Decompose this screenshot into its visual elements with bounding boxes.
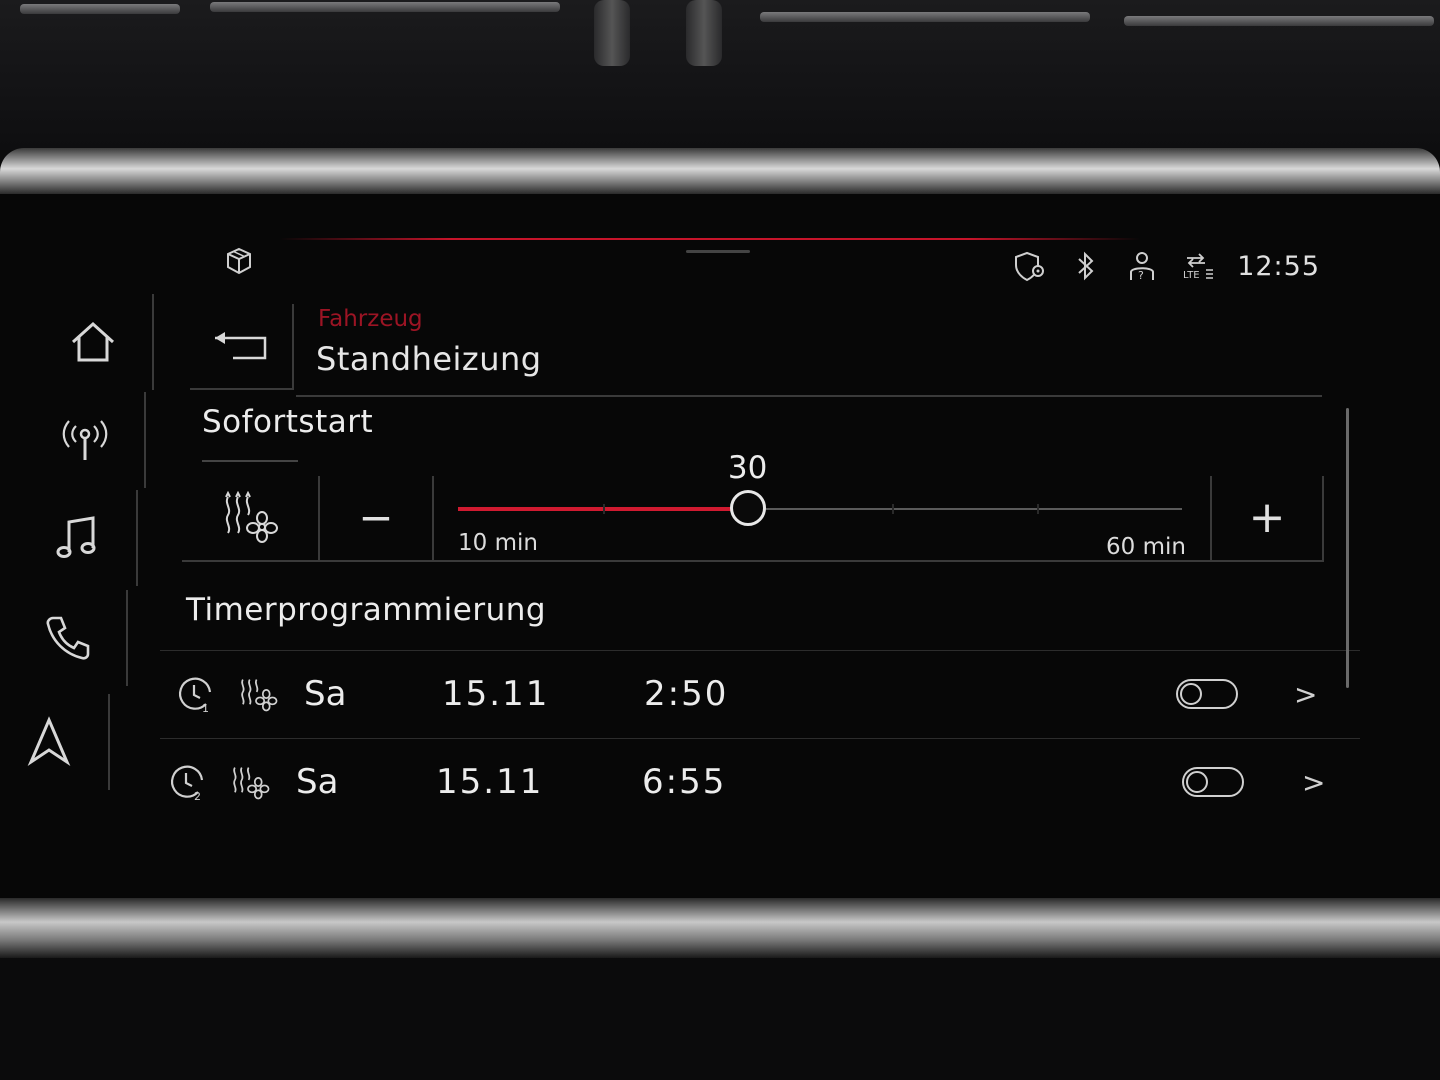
dashboard-vents bbox=[0, 0, 1440, 150]
radio-icon bbox=[62, 420, 108, 460]
page-title: Standheizung bbox=[316, 340, 542, 378]
heater-fan-icon bbox=[241, 679, 278, 712]
timer-toggle[interactable] bbox=[1176, 679, 1238, 709]
timer-day: Sa bbox=[296, 762, 339, 802]
home-icon bbox=[71, 321, 115, 362]
timer-date: 15.11 bbox=[442, 674, 550, 714]
timer-2-icon: 2 bbox=[171, 765, 204, 802]
heater-fan-icon bbox=[225, 491, 278, 543]
timer-day: Sa bbox=[304, 674, 347, 714]
slider-tick bbox=[1037, 504, 1040, 514]
navigation-icon bbox=[27, 716, 71, 767]
slider-tick bbox=[892, 504, 895, 514]
pull-down-handle[interactable] bbox=[686, 250, 750, 253]
clock: 12:55 bbox=[1237, 250, 1320, 282]
divider bbox=[296, 395, 1322, 397]
plus-icon: + bbox=[1248, 492, 1286, 543]
section-title-timer: Timerprogrammierung bbox=[186, 592, 547, 628]
duration-slider[interactable]: 30 10 min 60 min bbox=[434, 450, 1210, 562]
chevron-right-icon[interactable]: > bbox=[1302, 739, 1325, 825]
chrome-trim-bottom bbox=[0, 898, 1440, 958]
back-button[interactable] bbox=[190, 304, 294, 390]
timer-time: 2:50 bbox=[644, 674, 729, 714]
mmi-screen: ? LTE 12:55 Fahrzeug Standheizung Sofort… bbox=[0, 194, 1440, 898]
heater-mode-button[interactable] bbox=[182, 476, 320, 562]
nav-navigation[interactable] bbox=[0, 694, 110, 790]
lte-data-icon: LTE bbox=[1183, 253, 1214, 281]
slider-track[interactable] bbox=[458, 490, 1182, 526]
timer-row[interactable]: 1 Sa 15.11 2:50 > bbox=[160, 650, 1360, 736]
chevron-right-icon[interactable]: > bbox=[1294, 651, 1317, 737]
svg-text:LTE: LTE bbox=[1183, 270, 1200, 281]
timer-toggle[interactable] bbox=[1182, 767, 1244, 797]
decrease-button[interactable]: − bbox=[320, 476, 434, 562]
svg-text:1: 1 bbox=[202, 702, 209, 714]
slider-max-label: 60 min bbox=[1106, 534, 1186, 560]
accent-line bbox=[280, 238, 1140, 240]
vent-slat bbox=[210, 2, 560, 12]
slider-value: 30 bbox=[727, 450, 768, 486]
nav-home[interactable] bbox=[34, 294, 154, 390]
slider-min-label: 10 min bbox=[458, 530, 538, 556]
nav-radio[interactable] bbox=[26, 392, 146, 488]
vent-knob bbox=[594, 0, 630, 66]
sofortstart-controls: − 30 10 min 60 min + bbox=[182, 450, 1326, 564]
vent-slat bbox=[1124, 16, 1434, 26]
dashboard-lower bbox=[0, 958, 1440, 1080]
nav-phone[interactable] bbox=[8, 590, 128, 686]
music-icon bbox=[56, 516, 96, 558]
chrome-trim-top bbox=[0, 148, 1440, 194]
nav-media[interactable] bbox=[18, 490, 138, 586]
timer-time: 6:55 bbox=[642, 762, 727, 802]
timer-date: 15.11 bbox=[436, 762, 544, 802]
back-arrow-icon bbox=[215, 332, 267, 360]
cube-icon[interactable] bbox=[224, 246, 254, 276]
scrollbar[interactable] bbox=[1346, 408, 1349, 688]
slider-tick bbox=[602, 504, 605, 514]
minus-icon: − bbox=[358, 493, 394, 542]
slider-thumb[interactable] bbox=[729, 490, 766, 526]
section-title-sofortstart: Sofortstart bbox=[202, 404, 374, 440]
shield-location-icon bbox=[1015, 251, 1045, 282]
phone-icon bbox=[46, 616, 90, 660]
svg-text:2: 2 bbox=[194, 790, 201, 802]
nav-rail bbox=[0, 294, 160, 804]
vent-slat bbox=[20, 4, 180, 14]
svg-text:?: ? bbox=[1138, 269, 1144, 282]
divider bbox=[202, 460, 298, 462]
timer-1-icon: 1 bbox=[179, 677, 212, 714]
heater-fan-icon bbox=[233, 767, 270, 800]
increase-button[interactable]: + bbox=[1210, 476, 1324, 562]
bluetooth-icon bbox=[1078, 251, 1094, 281]
profile-help-icon: ? bbox=[1130, 252, 1155, 282]
breadcrumb[interactable]: Fahrzeug bbox=[318, 306, 423, 332]
vent-knob bbox=[686, 0, 722, 66]
timer-row[interactable]: 2 Sa 15.11 6:55 > bbox=[160, 738, 1360, 824]
vent-slat bbox=[760, 12, 1090, 22]
status-bar: ? LTE 12:55 bbox=[1013, 250, 1320, 282]
